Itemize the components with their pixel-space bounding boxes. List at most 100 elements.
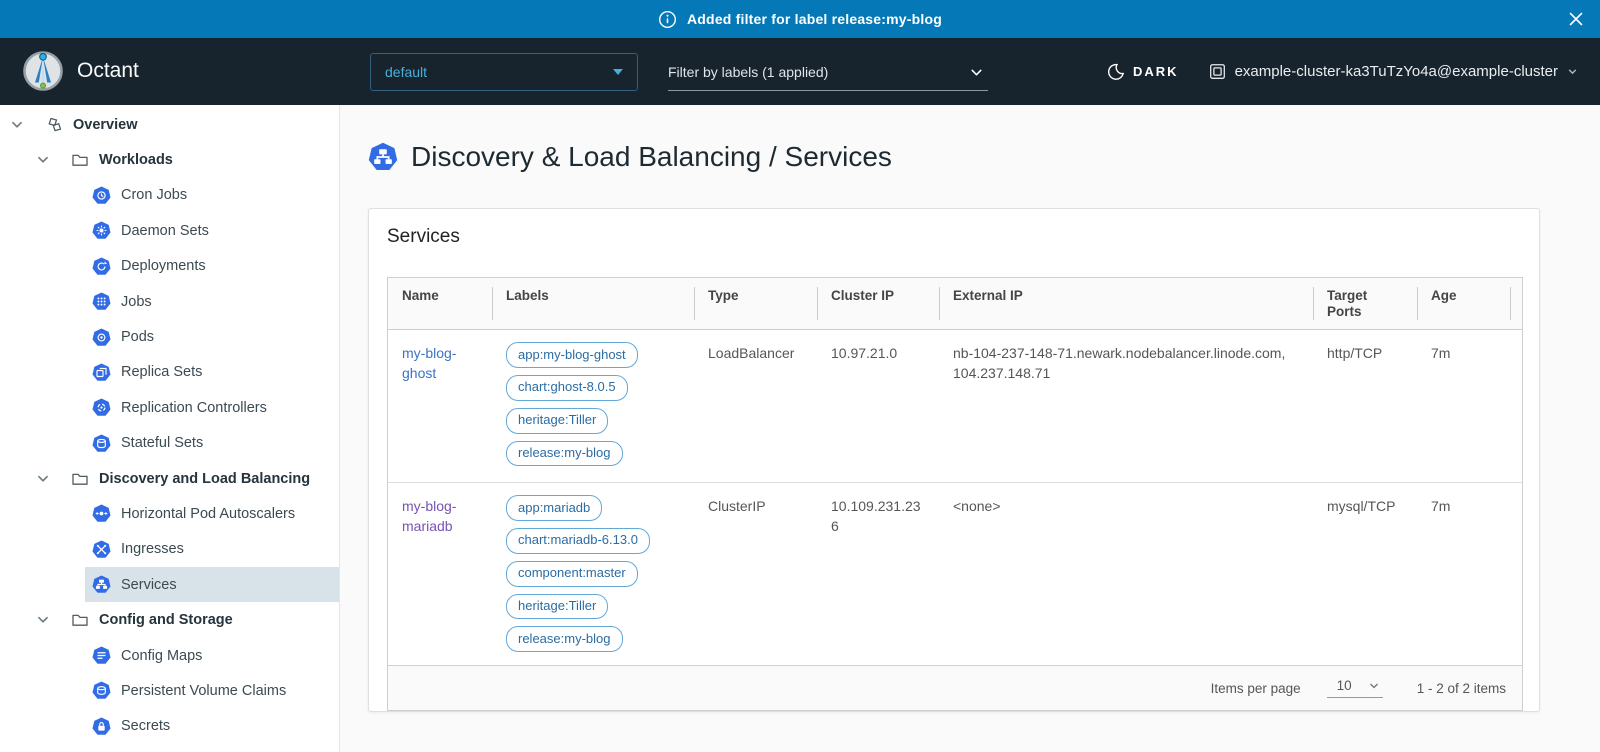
services-table: NameLabelsTypeCluster IPExternal IPTarge…	[387, 277, 1523, 711]
cell-labels: app:mariadb chart:mariadb-6.13.0 component…	[492, 483, 694, 665]
label-tag[interactable]: heritage:Tiller	[506, 594, 608, 620]
sidebar-item-secrets[interactable]: Secrets	[0, 709, 339, 744]
app-header: Octant default Filter by labels (1 appli…	[0, 38, 1600, 105]
cluster-name: example-cluster-ka3TuTzYo4a@example-clus…	[1235, 63, 1558, 80]
sidebar-nav: Overview Workloads Cron Jobs Daemon Sets Dep…	[0, 105, 340, 752]
sidebar-item-jobs[interactable]: Jobs	[0, 284, 339, 319]
label-tag[interactable]: heritage:Tiller	[506, 408, 608, 434]
table-header-row: NameLabelsTypeCluster IPExternal IPTarge…	[388, 278, 1522, 330]
sidebar-item-replica-sets[interactable]: Replica Sets	[0, 355, 339, 390]
theme-toggle-button[interactable]: DARK	[1107, 63, 1179, 80]
cell-target-ports: http/TCP	[1313, 330, 1417, 482]
sidebar-item-horizontal-pod-autoscalers[interactable]: Horizontal Pod Autoscalers	[0, 496, 339, 531]
cell-age: 7m	[1417, 483, 1510, 665]
sidebar-item-label: Config and Storage	[99, 612, 233, 628]
label-tag[interactable]: chart:ghost-8.0.5	[506, 375, 628, 401]
caret-down-icon	[613, 69, 623, 75]
cluster-icon	[1209, 63, 1226, 80]
sidebar-item-discovery-and-load-balancing[interactable]: Discovery and Load Balancing	[0, 461, 339, 496]
jobs-icon	[92, 292, 112, 311]
services-card: Services NameLabelsTypeCluster IPExterna…	[368, 208, 1540, 712]
sidebar-item-label: Cron Jobs	[121, 187, 187, 203]
sidebar-item-config-maps[interactable]: Config Maps	[0, 638, 339, 673]
folder-icon	[70, 150, 90, 170]
items-per-page-select[interactable]: 10	[1327, 678, 1383, 698]
sidebar-item-label: Discovery and Load Balancing	[99, 471, 310, 487]
resource-link[interactable]: my-blog-mariadb	[402, 498, 456, 534]
sidebar-item-services[interactable]: Services	[0, 567, 339, 602]
sidebar-item-replication-controllers[interactable]: Replication Controllers	[0, 390, 339, 425]
chevron-down-icon[interactable]	[36, 153, 50, 167]
cluster-selector[interactable]: example-cluster-ka3TuTzYo4a@example-clus…	[1209, 63, 1578, 80]
page-title: Discovery & Load Balancing / Services	[411, 141, 892, 173]
cell-target-ports: mysql/TCP	[1313, 483, 1417, 665]
column-header-cluster-ip: Cluster IP	[817, 278, 939, 329]
sidebar-item-cron-jobs[interactable]: Cron Jobs	[0, 178, 339, 213]
cell-external-ip: <none>	[939, 483, 1313, 665]
sidebar-item-label: Pods	[121, 329, 154, 345]
cell-age: 7m	[1417, 330, 1510, 482]
overview-icon	[44, 115, 64, 135]
main-content: Discovery & Load Balancing / Services Se…	[340, 105, 1600, 752]
horizontal-pod-autoscalers-icon	[92, 504, 112, 523]
sidebar-item-label: Horizontal Pod Autoscalers	[121, 506, 295, 522]
resource-link[interactable]: my-blog-ghost	[402, 345, 456, 381]
chevron-down-icon[interactable]	[36, 613, 50, 627]
column-header-age: Age	[1417, 278, 1510, 329]
column-header-external-ip: External IP	[939, 278, 1313, 329]
namespace-value: default	[385, 64, 427, 80]
info-icon	[658, 10, 677, 29]
chevron-down-icon[interactable]	[10, 118, 24, 132]
chevron-down-icon[interactable]	[36, 472, 50, 486]
table-footer: Items per page 10 1 - 2 of 2 items	[388, 665, 1522, 710]
label-filter-select[interactable]: Filter by labels (1 applied)	[668, 54, 988, 91]
label-tag[interactable]: app:mariadb	[506, 495, 602, 521]
label-tag[interactable]: chart:mariadb-6.13.0	[506, 528, 650, 554]
deployments-icon	[92, 257, 112, 276]
service-icon	[368, 142, 398, 172]
stateful-sets-icon	[92, 434, 112, 453]
sidebar-item-label: Ingresses	[121, 541, 184, 557]
namespace-select[interactable]: default	[370, 53, 638, 91]
sidebar-item-deployments[interactable]: Deployments	[0, 249, 339, 284]
card-title: Services	[387, 226, 460, 248]
sidebar-item-label: Overview	[73, 117, 138, 133]
items-per-page-label: Items per page	[1211, 681, 1301, 696]
sidebar-item-label: Deployments	[121, 258, 206, 274]
column-header-type: Type	[694, 278, 817, 329]
label-tag[interactable]: app:my-blog-ghost	[506, 342, 638, 368]
cell-external-ip: nb-104-237-148-71.newark.nodebalancer.li…	[939, 330, 1313, 482]
sidebar-item-label: Daemon Sets	[121, 223, 209, 239]
sidebar-item-pods[interactable]: Pods	[0, 319, 339, 354]
sidebar-item-ingresses[interactable]: Ingresses	[0, 532, 339, 567]
sidebar-item-daemon-sets[interactable]: Daemon Sets	[0, 213, 339, 248]
brand[interactable]: Octant	[22, 50, 139, 92]
app-title: Octant	[77, 59, 139, 83]
close-icon[interactable]	[1568, 11, 1584, 27]
sidebar-item-stateful-sets[interactable]: Stateful Sets	[0, 426, 339, 461]
chevron-down-icon	[969, 65, 984, 80]
sidebar-item-config-and-storage[interactable]: Config and Storage	[0, 602, 339, 637]
ingresses-icon	[92, 540, 112, 559]
label-tag[interactable]: release:my-blog	[506, 441, 623, 467]
column-header-filler	[1510, 278, 1538, 329]
sidebar-item-overview[interactable]: Overview	[0, 107, 339, 142]
sidebar-item-persistent-volume-claims[interactable]: Persistent Volume Claims	[0, 673, 339, 708]
sidebar-item-label: Config Maps	[121, 648, 202, 664]
theme-toggle-label: DARK	[1133, 64, 1179, 79]
cron-jobs-icon	[92, 186, 112, 205]
sidebar-item-label: Services	[121, 577, 177, 593]
folder-icon	[70, 469, 90, 489]
sidebar-item-label: Stateful Sets	[121, 435, 203, 451]
services-icon	[92, 575, 112, 594]
label-tag[interactable]: release:my-blog	[506, 626, 623, 652]
column-header-target-ports: Target Ports	[1313, 278, 1417, 329]
page-size-value: 10	[1337, 678, 1352, 693]
pagination-range: 1 - 2 of 2 items	[1417, 681, 1506, 696]
pods-icon	[92, 328, 112, 347]
cell-filler	[1510, 483, 1538, 665]
sidebar-item-workloads[interactable]: Workloads	[0, 142, 339, 177]
cell-type: ClusterIP	[694, 483, 817, 665]
label-tag[interactable]: component:master	[506, 561, 638, 587]
cell-labels: app:my-blog-ghost chart:ghost-8.0.5 herita…	[492, 330, 694, 482]
